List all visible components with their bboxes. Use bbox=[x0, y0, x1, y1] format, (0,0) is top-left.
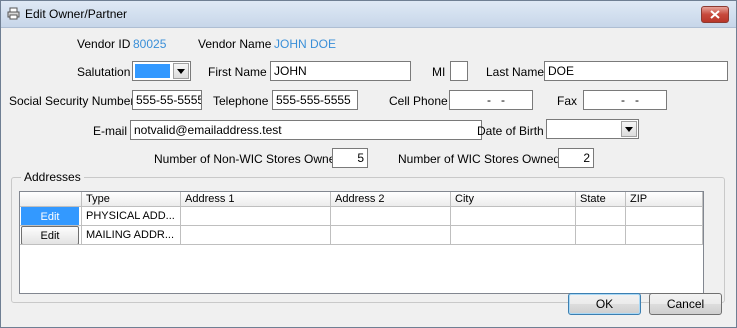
close-icon bbox=[710, 10, 720, 19]
address-2-cell[interactable] bbox=[331, 207, 451, 226]
date-of-birth-value bbox=[549, 122, 618, 136]
column-header-city[interactable]: City bbox=[451, 192, 576, 207]
telephone-label: Telephone bbox=[213, 94, 269, 108]
dialog-content: Vendor ID 80025 Vendor Name JOHN DOE Sal… bbox=[1, 28, 736, 327]
last-name-label: Last Name bbox=[486, 65, 545, 79]
wic-stores-label: Number of WIC Stores Owned bbox=[398, 152, 561, 166]
address-type-cell[interactable]: MAILING ADDR... bbox=[82, 226, 181, 245]
email-label: E-mail bbox=[93, 124, 128, 138]
last-name-field[interactable]: DOE bbox=[544, 61, 728, 81]
cell-phone-label: Cell Phone bbox=[389, 94, 448, 108]
wic-stores-field[interactable]: 2 bbox=[558, 148, 594, 168]
column-header-address-1[interactable]: Address 1 bbox=[181, 192, 331, 207]
date-of-birth-picker[interactable] bbox=[546, 119, 639, 139]
salutation-select[interactable] bbox=[132, 61, 191, 81]
addresses-grid[interactable]: Type Address 1 Address 2 City State ZIP … bbox=[19, 191, 704, 294]
column-header-edit bbox=[20, 192, 82, 207]
salutation-dropdown-button[interactable] bbox=[173, 63, 189, 79]
address-2-cell[interactable] bbox=[331, 226, 451, 245]
salutation-selected-value bbox=[135, 64, 170, 78]
window-title: Edit Owner/Partner bbox=[25, 7, 128, 21]
mi-field[interactable] bbox=[450, 61, 468, 81]
addresses-grid-header: Type Address 1 Address 2 City State ZIP bbox=[20, 192, 703, 207]
title-bar[interactable]: Edit Owner/Partner bbox=[1, 1, 736, 28]
fax-label: Fax bbox=[557, 94, 578, 108]
fax-field[interactable]: - - bbox=[583, 90, 667, 110]
edit-address-button[interactable]: Edit bbox=[21, 226, 79, 244]
ssn-label: Social Security Number bbox=[9, 94, 135, 108]
address-1-cell[interactable] bbox=[181, 207, 331, 226]
zip-cell[interactable] bbox=[626, 226, 703, 245]
non-wic-stores-field[interactable]: 5 bbox=[332, 148, 368, 168]
cell-phone-field[interactable]: - - bbox=[449, 90, 533, 110]
date-of-birth-label: Date of Birth bbox=[477, 124, 544, 138]
address-type-cell[interactable]: PHYSICAL ADD... bbox=[82, 207, 181, 226]
ssn-field[interactable]: 555-55-5555 bbox=[132, 90, 202, 110]
chevron-down-icon bbox=[177, 68, 185, 74]
vendor-name-label: Vendor Name bbox=[198, 37, 272, 51]
printer-icon bbox=[7, 7, 20, 20]
salutation-label: Salutation bbox=[77, 65, 131, 79]
city-cell[interactable] bbox=[451, 226, 576, 245]
date-of-birth-dropdown-button[interactable] bbox=[621, 121, 637, 137]
address-1-cell[interactable] bbox=[181, 226, 331, 245]
column-header-address-2[interactable]: Address 2 bbox=[331, 192, 451, 207]
column-header-state[interactable]: State bbox=[576, 192, 626, 207]
edit-address-button[interactable]: Edit bbox=[21, 207, 79, 225]
state-cell[interactable] bbox=[576, 226, 626, 245]
table-row: Edit bbox=[20, 226, 82, 245]
zip-cell[interactable] bbox=[626, 207, 703, 226]
ok-button[interactable]: OK bbox=[568, 293, 641, 315]
email-field[interactable]: notvalid@emailaddress.test bbox=[130, 120, 482, 140]
column-header-type[interactable]: Type bbox=[82, 192, 181, 207]
addresses-group-title: Addresses bbox=[21, 170, 84, 184]
telephone-field[interactable]: 555-555-5555 bbox=[272, 90, 358, 110]
chevron-down-icon bbox=[625, 126, 633, 132]
vendor-id-label: Vendor ID bbox=[77, 37, 131, 51]
state-cell[interactable] bbox=[576, 207, 626, 226]
vendor-id-value: 80025 bbox=[133, 37, 167, 51]
mi-label: MI bbox=[432, 65, 446, 79]
first-name-label: First Name bbox=[208, 65, 267, 79]
vendor-name-value: JOHN DOE bbox=[274, 37, 337, 51]
cancel-button[interactable]: Cancel bbox=[649, 293, 722, 315]
city-cell[interactable] bbox=[451, 207, 576, 226]
first-name-field[interactable]: JOHN bbox=[270, 61, 411, 81]
edit-owner-partner-dialog: Edit Owner/Partner Vendor ID 80025 Vendo… bbox=[0, 0, 737, 328]
close-button[interactable] bbox=[701, 6, 729, 23]
table-row: Edit bbox=[20, 207, 82, 226]
non-wic-stores-label: Number of Non-WIC Stores Owned bbox=[154, 152, 343, 166]
column-header-zip[interactable]: ZIP bbox=[626, 192, 703, 207]
